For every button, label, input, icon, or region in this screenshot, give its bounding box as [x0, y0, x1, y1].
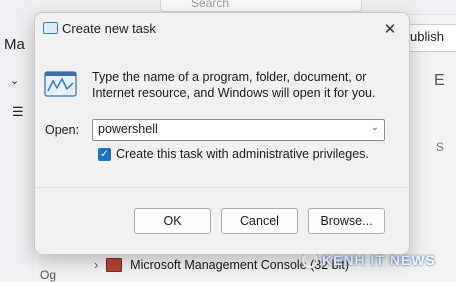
run-program-icon — [44, 71, 77, 97]
cancel-button[interactable]: Cancel — [221, 208, 298, 234]
window-icon — [43, 22, 58, 34]
create-new-task-dialog: Create new task ✕ Type the name of a pro… — [34, 12, 410, 254]
ok-button[interactable]: OK — [134, 208, 211, 234]
background-sidebar-glyph: Og — [40, 268, 57, 282]
open-combobox[interactable]: powershell ⌄ — [92, 119, 385, 141]
watermark: KENH IT NEWS — [302, 252, 436, 268]
watermark-text: KENH IT NEWS — [322, 252, 436, 268]
dialog-description: Type the name of a program, folder, docu… — [92, 70, 376, 100]
dialog-title: Create new task — [62, 21, 156, 36]
dialog-footer: OK Cancel Browse... — [35, 187, 409, 254]
watermark-logo-icon — [302, 252, 318, 268]
chevron-down-icon[interactable]: ⌄ — [371, 122, 379, 133]
mmc-icon — [106, 258, 123, 272]
background-publish-label: ublish — [410, 29, 444, 44]
close-button[interactable]: ✕ — [377, 17, 403, 41]
admin-privileges-label[interactable]: Create this task with administrative pri… — [116, 147, 369, 161]
close-icon: ✕ — [383, 21, 397, 38]
admin-privileges-checkbox[interactable]: ✓ — [98, 147, 111, 161]
chevron-right-icon: › — [94, 258, 99, 272]
open-label: Open: — [45, 123, 80, 137]
admin-privileges-option[interactable]: ✓ Create this task with administrative p… — [98, 147, 369, 161]
background-expand-icon[interactable]: ⌄ — [10, 74, 19, 87]
background-list-icon[interactable]: ☰ — [12, 104, 24, 120]
background-letter-s: S — [436, 140, 445, 154]
background-title-fragment: Ma — [4, 36, 25, 53]
browse-button[interactable]: Browse... — [308, 208, 385, 234]
open-input-value[interactable]: powershell — [98, 122, 158, 136]
background-letter-e: E — [434, 72, 445, 89]
background-sidebar — [0, 14, 34, 281]
dialog-titlebar[interactable]: Create new task ✕ — [35, 13, 409, 45]
background-search-box[interactable]: Search — [160, 0, 362, 12]
